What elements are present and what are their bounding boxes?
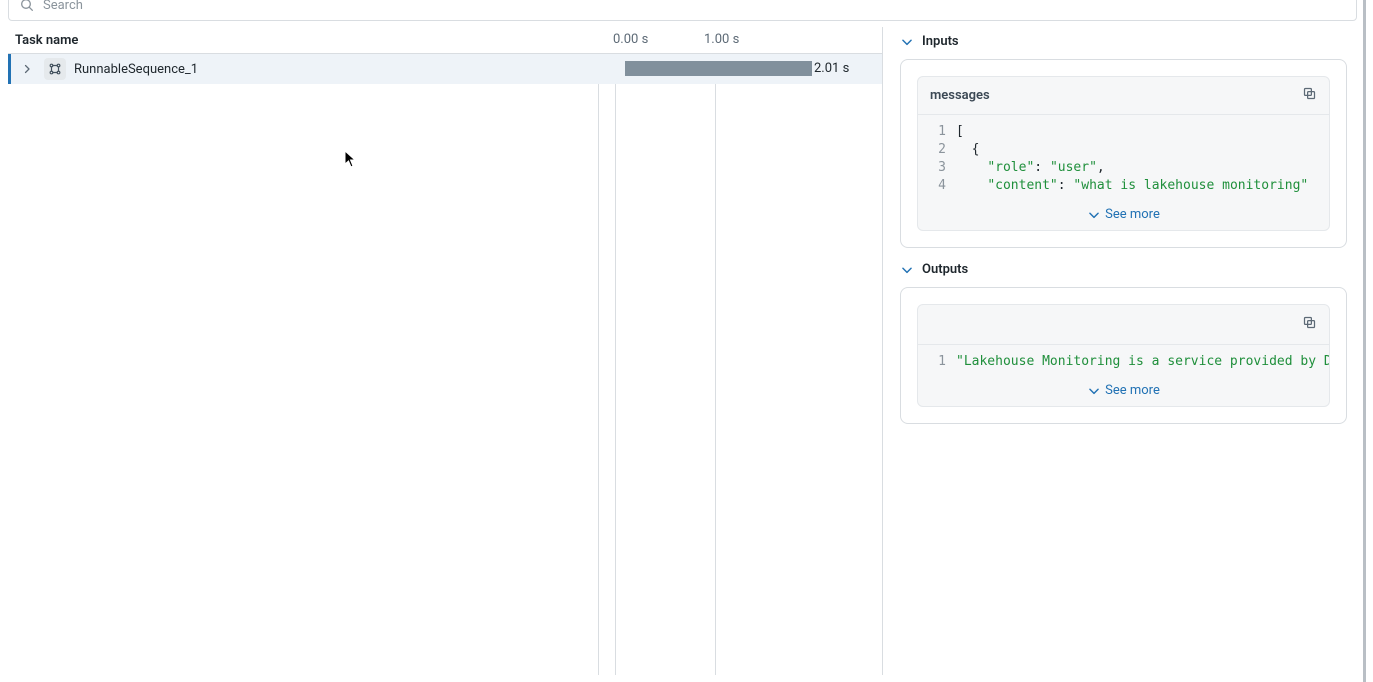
outputs-header[interactable]: Outputs [893, 262, 1353, 277]
expand-toggle[interactable] [18, 60, 36, 78]
tick-line [615, 54, 616, 675]
code-line: 3 "role": "user", [918, 159, 1329, 177]
search-placeholder: Search [43, 0, 83, 13]
chevron-down-icon [1087, 208, 1101, 222]
tick-line [598, 54, 599, 675]
trace-panel: Task name 0.00 s 1.00 s RunnableSe [8, 27, 883, 675]
code-line: 4 "content": "what is lakehouse monitori… [918, 177, 1329, 195]
chevron-down-icon [1087, 384, 1101, 398]
inputs-title: Inputs [922, 34, 959, 49]
time-tick: 0.00 s [613, 32, 648, 47]
task-duration: 2.01 s [814, 61, 849, 76]
code-line: 2 { [918, 141, 1329, 159]
task-name: RunnableSequence_1 [74, 62, 198, 77]
see-more-label: See more [1105, 383, 1160, 398]
chevron-down-icon [900, 35, 914, 49]
time-axis: 0.00 s 1.00 s [598, 27, 883, 54]
search-icon [19, 0, 35, 13]
outputs-title: Outputs [922, 262, 968, 277]
time-tick: 1.00 s [704, 32, 739, 47]
outputs-section: Outputs 1"Lakehouse Monitoring is a serv… [893, 262, 1353, 424]
detail-panel: Inputs messages 1[2 {3 "role": "user",4 … [893, 34, 1353, 438]
task-row[interactable]: RunnableSequence_1 2.01 s [8, 54, 882, 84]
inputs-header[interactable]: Inputs [893, 34, 1353, 49]
copy-icon[interactable] [1302, 86, 1317, 105]
copy-icon[interactable] [1302, 315, 1317, 334]
code-line: 1"Lakehouse Monitoring is a service prov… [918, 353, 1329, 371]
task-name-column-label: Task name [8, 33, 78, 48]
see-more-label: See more [1105, 207, 1160, 222]
chevron-down-icon [900, 263, 914, 277]
outputs-codebox: 1"Lakehouse Monitoring is a service prov… [917, 304, 1330, 407]
inputs-codebox: messages 1[2 {3 "role": "user",4 "conten… [917, 76, 1330, 231]
scrollbar-track[interactable] [1363, 0, 1366, 682]
search-input-container[interactable]: Search [8, 0, 1357, 21]
chevron-right-icon [21, 63, 33, 75]
tick-line [715, 54, 716, 675]
chain-icon [44, 58, 66, 80]
see-more-inputs[interactable]: See more [918, 201, 1329, 230]
code-line: 1[ [918, 123, 1329, 141]
see-more-outputs[interactable]: See more [918, 377, 1329, 406]
gantt-bar [625, 61, 812, 76]
inputs-section: Inputs messages 1[2 {3 "role": "user",4 … [893, 34, 1353, 248]
task-header: Task name 0.00 s 1.00 s [8, 27, 882, 54]
codebox-title: messages [930, 88, 990, 103]
